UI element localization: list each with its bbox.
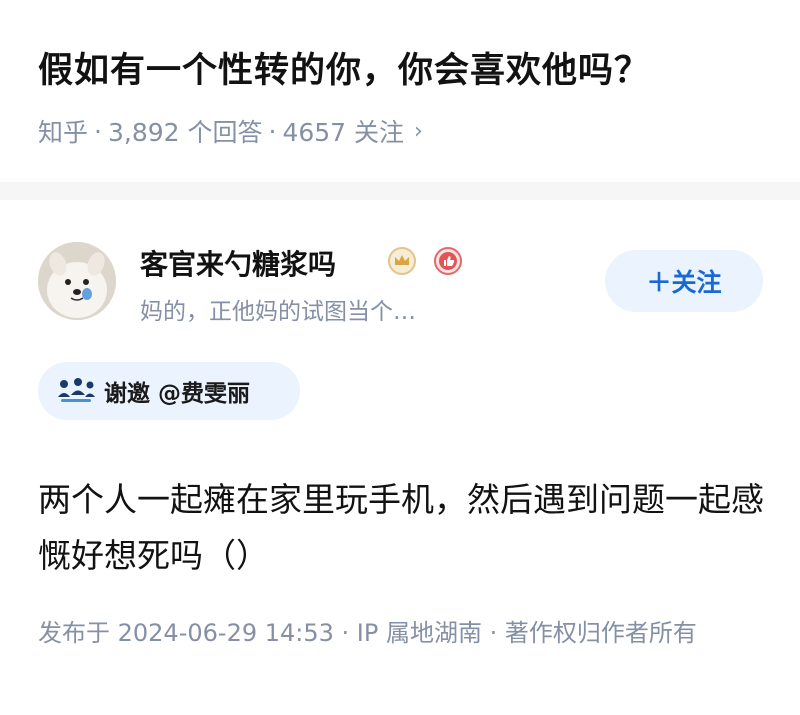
invite-label: 谢邀 @费雯丽 [104, 381, 251, 407]
invite-people-icon [58, 378, 95, 402]
question-title[interactable]: 假如有一个性转的你，你会喜欢他吗？ [38, 42, 650, 93]
author-headline: 妈的，正他妈的试图当个… [140, 299, 416, 325]
follow-button[interactable]: ＋关注 [605, 250, 763, 312]
section-divider [0, 182, 800, 200]
answer-footer: 发布于 2024-06-29 14:53 · IP 属地湖南 · 著作权归作者所… [38, 619, 697, 647]
samoyed-dog-avatar-icon [38, 242, 116, 320]
author-name[interactable]: 客官来勺糖浆吗 [140, 243, 336, 283]
avatar[interactable] [38, 242, 116, 320]
separator-dot: · [94, 116, 102, 146]
follower-count: 4657 关注 [282, 118, 405, 147]
question-header: 假如有一个性转的你，你会喜欢他吗？ 知乎 · 3,892 个回答 · 4657 … [0, 0, 800, 180]
thumbs-up-badge-icon[interactable] [433, 246, 463, 276]
source-label: 知乎 [38, 118, 89, 147]
answer-card: 客官来勺糖浆吗 妈的，正他妈的试图当个… ＋关注 谢邀 @费雯丽 两个人一起瘫在… [0, 200, 800, 715]
answer-count: 3,892 个回答 [107, 118, 263, 147]
answer-content[interactable]: 两个人一起瘫在家里玩手机，然后遇到问题一起感慨好想死吗（） [38, 472, 768, 584]
question-meta[interactable]: 知乎 · 3,892 个回答 · 4657 关注 › [38, 113, 423, 149]
chevron-right-icon[interactable]: › [414, 119, 423, 144]
invite-tag[interactable]: 谢邀 @费雯丽 [38, 362, 300, 420]
crown-badge-icon[interactable] [387, 246, 417, 276]
separator-dot: · [268, 116, 277, 146]
